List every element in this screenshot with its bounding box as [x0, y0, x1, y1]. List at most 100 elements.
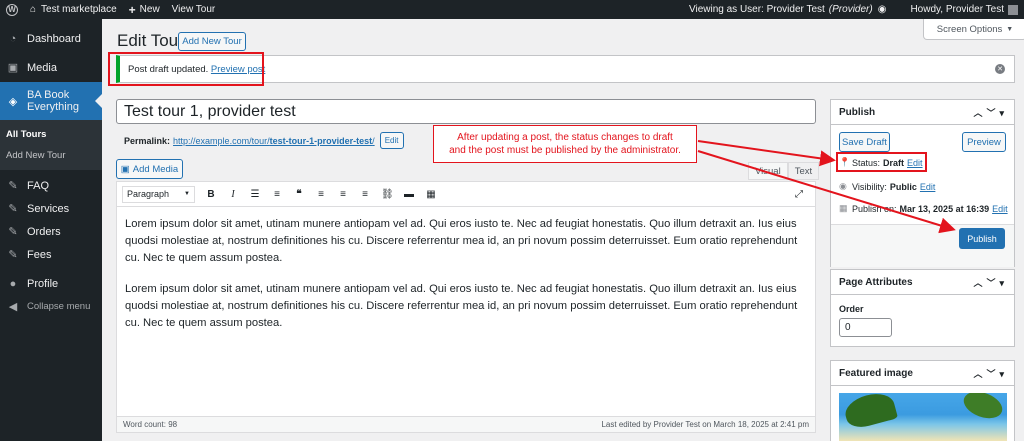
visibility-row: ◉ Visibility: Public Edit: [839, 181, 935, 192]
box-arrows[interactable]: ︿﹀▾: [973, 106, 1008, 119]
sidebar-item-fees[interactable]: ✎ Fees: [0, 243, 102, 266]
box-arrows[interactable]: ︿﹀▾: [973, 367, 1008, 380]
my-account-menu[interactable]: Howdy, Provider Test: [904, 0, 1024, 19]
wp-logo-menu[interactable]: W: [0, 0, 24, 19]
publish-on-edit-link[interactable]: Edit: [992, 204, 1008, 214]
publish-on-label: Publish on:: [852, 203, 897, 214]
permalink-slug: test-tour-1-provider-test: [269, 135, 373, 146]
add-media-label: Add Media: [132, 163, 179, 175]
annotation-line: and the post must be published by the ad…: [449, 145, 681, 156]
role-text: (Provider): [828, 4, 873, 15]
status-highlight: [836, 152, 927, 172]
view-tour-link[interactable]: View Tour: [166, 0, 222, 19]
link-icon[interactable]: ⛓: [381, 189, 394, 200]
media-icon: ▣: [120, 163, 130, 175]
eye-icon: ◉: [877, 4, 887, 15]
pin-icon: ✎: [8, 226, 18, 238]
screen-options-label: Screen Options: [936, 23, 1003, 35]
read-more-icon[interactable]: ▬: [403, 189, 415, 200]
admin-sidebar: ◔ Dashboard ▣ Media ◈ BA Book Everything…: [0, 19, 102, 441]
page-attributes-title: Page Attributes: [839, 276, 913, 288]
toolbar-toggle-icon[interactable]: ▦: [425, 189, 437, 200]
editor-body[interactable]: Lorem ipsum dolor sit amet, utinam muner…: [117, 207, 815, 355]
save-draft-button[interactable]: Save Draft: [839, 132, 890, 152]
featured-image-header: Featured image ︿﹀▾: [831, 361, 1014, 386]
view-tour-label: View Tour: [171, 4, 216, 15]
sidebar-item-media[interactable]: ▣ Media: [0, 56, 102, 79]
publish-box: Publish ︿﹀▾ Save Draft Preview 📍 Status:…: [830, 99, 1015, 267]
annotation-line: After updating a post, the status change…: [457, 132, 673, 143]
sidebar-item-orders[interactable]: ✎ Orders: [0, 220, 102, 243]
annotation-text: After updating a post, the status change…: [449, 131, 681, 157]
viewing-as-menu[interactable]: Viewing as User: Provider Test (Provider…: [683, 0, 892, 19]
visibility-edit-link[interactable]: Edit: [920, 182, 936, 192]
dashboard-icon: ◔: [9, 32, 17, 45]
palm-shape: [960, 393, 1006, 424]
sidebar-item-label: Fees: [27, 248, 52, 261]
sidebar-item-label: Dashboard: [27, 32, 81, 45]
format-select-value: Paragraph: [127, 189, 170, 199]
align-right-icon[interactable]: ≡: [359, 189, 371, 200]
sidebar-item-label: FAQ: [27, 179, 50, 192]
sidebar-item-label: Profile: [27, 277, 59, 290]
site-name-menu[interactable]: ⌂ Test marketplace: [24, 0, 123, 19]
tab-visual[interactable]: Visual: [748, 162, 788, 180]
add-new-tour-button[interactable]: Add New Tour: [178, 32, 246, 51]
sidebar-item-dashboard[interactable]: ◔ Dashboard: [0, 27, 102, 50]
editor-statusbar: Word count: 98 Last edited by Provider T…: [117, 416, 815, 432]
bullet-list-icon[interactable]: ☰: [249, 189, 261, 200]
collapse-menu-button[interactable]: ◀ Collapse menu: [0, 295, 102, 318]
last-edited: Last edited by Provider Test on March 18…: [601, 420, 809, 429]
submenu-all-tours[interactable]: All Tours: [0, 124, 102, 145]
format-select[interactable]: Paragraph ▼: [122, 185, 195, 203]
permalink-base: http://example.com/tour/: [173, 135, 270, 146]
submenu-add-new-tour[interactable]: Add New Tour: [0, 145, 102, 166]
publish-box-header: Publish ︿﹀▾: [831, 100, 1014, 125]
add-media-button[interactable]: ▣ Add Media: [116, 159, 183, 179]
quote-icon[interactable]: ❝: [293, 189, 305, 200]
dismiss-icon[interactable]: ✕: [995, 64, 1005, 74]
sidebar-item-faq[interactable]: ✎ FAQ: [0, 174, 102, 197]
order-input[interactable]: 0: [839, 318, 892, 337]
permalink-link[interactable]: http://example.com/tour/test-tour-1-prov…: [173, 136, 375, 146]
publish-button[interactable]: Publish: [959, 228, 1005, 249]
featured-image-box: Featured image ︿﹀▾: [830, 360, 1015, 441]
page-attributes-header: Page Attributes ︿﹀▾: [831, 270, 1014, 295]
order-label: Order: [839, 304, 864, 314]
sidebar-item-ba-book-everything[interactable]: ◈ BA Book Everything: [0, 82, 102, 120]
bold-icon[interactable]: B: [205, 189, 217, 200]
publish-on-row: ▦ Publish on: Mar 13, 2025 at 16:39 Edit: [839, 203, 1008, 214]
calendar-icon: ▦: [839, 203, 848, 213]
sidebar-item-label: BA Book Everything: [27, 89, 79, 113]
post-title-input[interactable]: Test tour 1, provider test: [116, 99, 816, 124]
sidebar-item-services[interactable]: ✎ Services: [0, 197, 102, 220]
numbered-list-icon[interactable]: ≡: [271, 189, 283, 200]
tab-text[interactable]: Text: [787, 162, 820, 180]
collapse-icon: ◀: [8, 301, 18, 313]
box-arrows[interactable]: ︿﹀▾: [973, 276, 1008, 289]
palm-shape: [841, 393, 899, 431]
fullscreen-icon[interactable]: ⤢: [793, 189, 805, 200]
new-content-menu[interactable]: + New: [123, 0, 166, 19]
caret-down-icon: ▼: [184, 191, 190, 197]
visibility-label: Visibility:: [852, 181, 887, 192]
content-editor: Paragraph ▼ B I ☰ ≡ ❝ ≡ ≡ ≡ ⛓ ▬ ▦ ⤢ Lorem…: [116, 181, 816, 433]
user-icon: ●: [9, 277, 17, 290]
align-left-icon[interactable]: ≡: [315, 189, 327, 200]
howdy-text: Howdy, Provider Test: [910, 4, 1004, 15]
new-label: New: [139, 4, 160, 15]
featured-image-thumbnail[interactable]: [839, 393, 1007, 441]
site-name: Test marketplace: [41, 4, 117, 15]
pin-icon: ✎: [8, 180, 18, 192]
media-icon: ▣: [7, 62, 19, 74]
sidebar-item-profile[interactable]: ● Profile: [0, 272, 102, 295]
paragraph: Lorem ipsum dolor sit amet, utinam muner…: [125, 218, 798, 264]
permalink-edit-button[interactable]: Edit: [379, 132, 404, 149]
italic-icon[interactable]: I: [227, 189, 239, 200]
preview-button[interactable]: Preview: [962, 132, 1006, 152]
screen-options-button[interactable]: Screen Options ▼: [923, 19, 1024, 40]
plus-icon: +: [128, 2, 136, 17]
align-center-icon[interactable]: ≡: [337, 189, 349, 200]
page-title: Edit Tour: [117, 31, 184, 50]
permalink: Permalink: http://example.com/tour/test-…: [124, 132, 404, 149]
